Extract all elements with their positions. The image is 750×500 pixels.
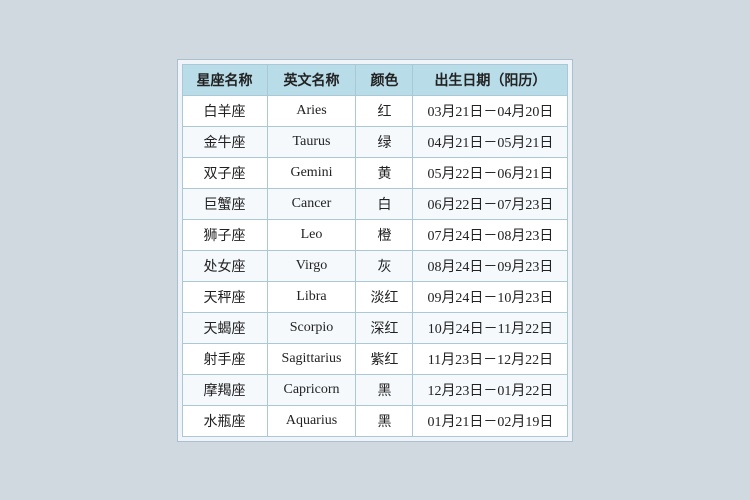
- cell-r2-c3: 05月22日－06月21日: [413, 157, 568, 188]
- cell-r3-c0: 巨蟹座: [182, 188, 267, 219]
- cell-r4-c3: 07月24日－08月23日: [413, 219, 568, 250]
- table-row: 射手座Sagittarius紫红11月23日－12月22日: [182, 343, 568, 374]
- cell-r9-c0: 摩羯座: [182, 374, 267, 405]
- cell-r7-c0: 天蝎座: [182, 312, 267, 343]
- cell-r2-c1: Gemini: [267, 157, 356, 188]
- cell-r1-c3: 04月21日－05月21日: [413, 126, 568, 157]
- cell-r9-c3: 12月23日－01月22日: [413, 374, 568, 405]
- cell-r7-c3: 10月24日－11月22日: [413, 312, 568, 343]
- cell-r2-c0: 双子座: [182, 157, 267, 188]
- table-header-row: 星座名称英文名称颜色出生日期（阳历）: [182, 64, 568, 95]
- cell-r10-c0: 水瓶座: [182, 405, 267, 436]
- cell-r5-c3: 08月24日－09月23日: [413, 250, 568, 281]
- cell-r4-c1: Leo: [267, 219, 356, 250]
- column-header: 颜色: [356, 64, 413, 95]
- cell-r4-c2: 橙: [356, 219, 413, 250]
- cell-r10-c3: 01月21日－02月19日: [413, 405, 568, 436]
- column-header: 出生日期（阳历）: [413, 64, 568, 95]
- cell-r1-c0: 金牛座: [182, 126, 267, 157]
- cell-r10-c1: Aquarius: [267, 405, 356, 436]
- table-container: 星座名称英文名称颜色出生日期（阳历） 白羊座Aries红03月21日－04月20…: [177, 59, 574, 442]
- cell-r3-c3: 06月22日－07月23日: [413, 188, 568, 219]
- cell-r8-c3: 11月23日－12月22日: [413, 343, 568, 374]
- table-row: 金牛座Taurus绿04月21日－05月21日: [182, 126, 568, 157]
- cell-r0-c3: 03月21日－04月20日: [413, 95, 568, 126]
- cell-r9-c2: 黑: [356, 374, 413, 405]
- column-header: 英文名称: [267, 64, 356, 95]
- zodiac-table: 星座名称英文名称颜色出生日期（阳历） 白羊座Aries红03月21日－04月20…: [182, 64, 569, 437]
- cell-r8-c0: 射手座: [182, 343, 267, 374]
- table-row: 狮子座Leo橙07月24日－08月23日: [182, 219, 568, 250]
- cell-r0-c2: 红: [356, 95, 413, 126]
- cell-r6-c1: Libra: [267, 281, 356, 312]
- table-row: 水瓶座Aquarius黑01月21日－02月19日: [182, 405, 568, 436]
- cell-r8-c1: Sagittarius: [267, 343, 356, 374]
- cell-r7-c1: Scorpio: [267, 312, 356, 343]
- table-row: 天秤座Libra淡红09月24日－10月23日: [182, 281, 568, 312]
- column-header: 星座名称: [182, 64, 267, 95]
- cell-r3-c2: 白: [356, 188, 413, 219]
- cell-r4-c0: 狮子座: [182, 219, 267, 250]
- cell-r6-c0: 天秤座: [182, 281, 267, 312]
- cell-r7-c2: 深红: [356, 312, 413, 343]
- cell-r0-c1: Aries: [267, 95, 356, 126]
- cell-r5-c1: Virgo: [267, 250, 356, 281]
- cell-r0-c0: 白羊座: [182, 95, 267, 126]
- table-row: 巨蟹座Cancer白06月22日－07月23日: [182, 188, 568, 219]
- cell-r10-c2: 黑: [356, 405, 413, 436]
- cell-r9-c1: Capricorn: [267, 374, 356, 405]
- table-row: 白羊座Aries红03月21日－04月20日: [182, 95, 568, 126]
- cell-r5-c2: 灰: [356, 250, 413, 281]
- table-row: 天蝎座Scorpio深红10月24日－11月22日: [182, 312, 568, 343]
- cell-r8-c2: 紫红: [356, 343, 413, 374]
- cell-r3-c1: Cancer: [267, 188, 356, 219]
- cell-r1-c2: 绿: [356, 126, 413, 157]
- table-row: 摩羯座Capricorn黑12月23日－01月22日: [182, 374, 568, 405]
- cell-r6-c2: 淡红: [356, 281, 413, 312]
- table-row: 处女座Virgo灰08月24日－09月23日: [182, 250, 568, 281]
- table-row: 双子座Gemini黄05月22日－06月21日: [182, 157, 568, 188]
- cell-r6-c3: 09月24日－10月23日: [413, 281, 568, 312]
- cell-r2-c2: 黄: [356, 157, 413, 188]
- cell-r5-c0: 处女座: [182, 250, 267, 281]
- table-body: 白羊座Aries红03月21日－04月20日金牛座Taurus绿04月21日－0…: [182, 95, 568, 436]
- cell-r1-c1: Taurus: [267, 126, 356, 157]
